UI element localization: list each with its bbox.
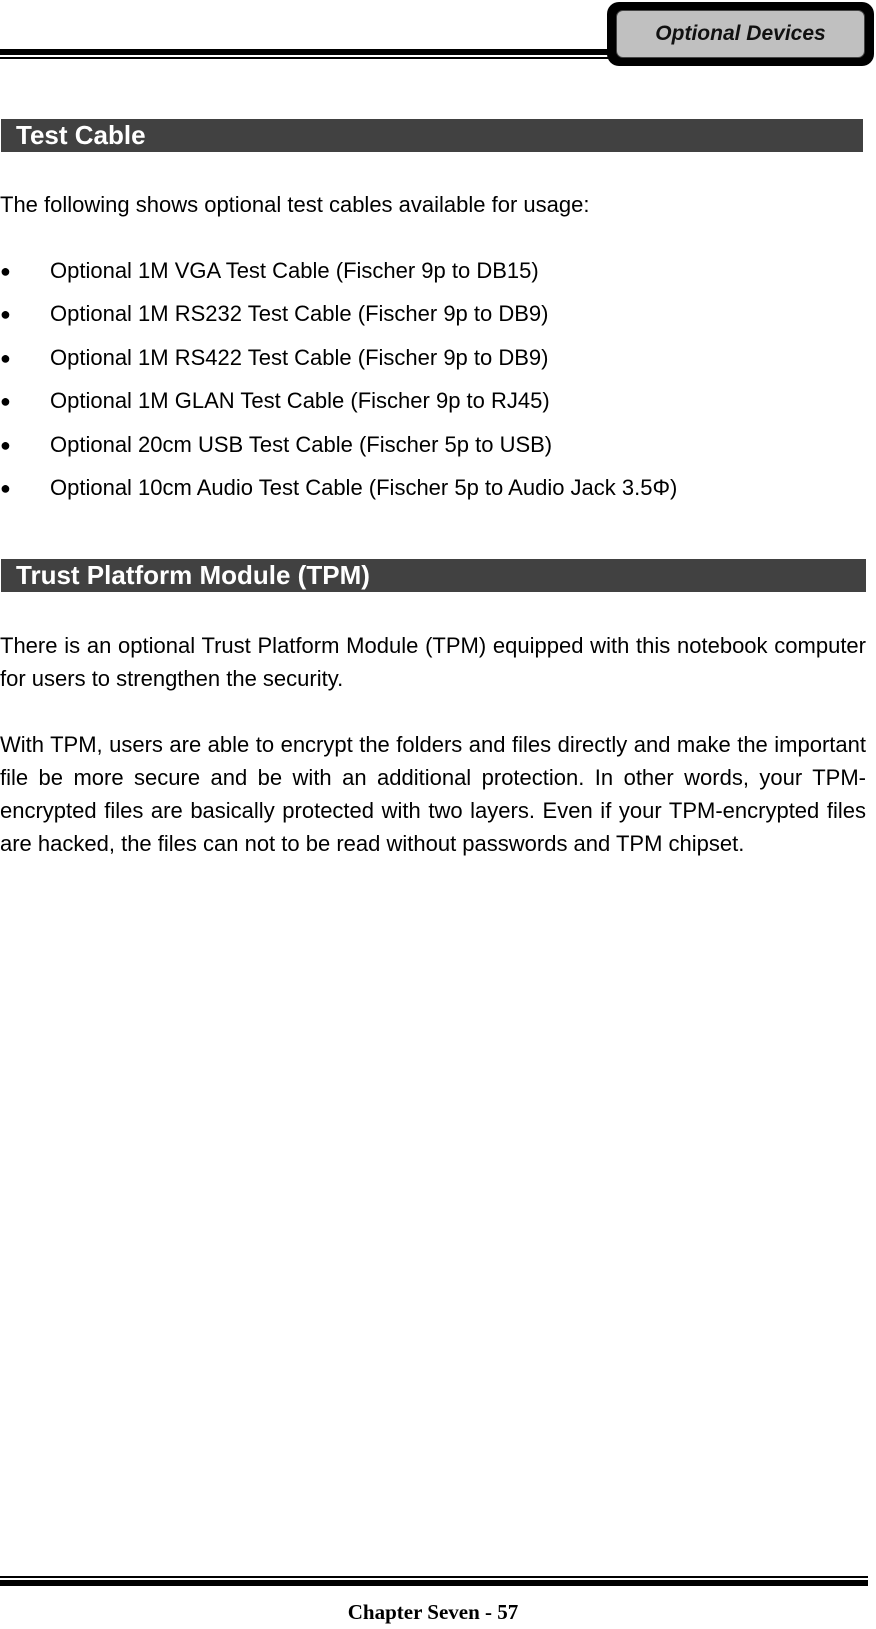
header-rule-thick	[0, 49, 612, 55]
bullet-icon: ●	[0, 347, 11, 368]
list-item-text: Optional 1M VGA Test Cable (Fischer 9p t…	[50, 258, 539, 283]
page-footer: Chapter Seven - 57	[347, 1600, 519, 1624]
list-item: ● Optional 1M VGA Test Cable (Fischer 9p…	[0, 254, 866, 297]
footer-rule-thin	[0, 1576, 868, 1578]
list-item: ● Optional 10cm Audio Test Cable (Fische…	[0, 471, 866, 514]
tpm-paragraph-1: There is an optional Trust Platform Modu…	[0, 633, 866, 691]
list-item: ● Optional 1M RS232 Test Cable (Fischer …	[0, 297, 866, 340]
test-cable-list: ● Optional 1M VGA Test Cable (Fischer 9p…	[0, 254, 866, 514]
section-heading-tpm: Trust Platform Module (TPM)	[1, 559, 866, 592]
list-item-text: Optional 20cm USB Test Cable (Fischer 5p…	[50, 431, 553, 457]
tpm-paragraph-2: With TPM, users are able to encrypt the …	[0, 732, 866, 856]
list-item-text: Optional 1M RS232 Test Cable (Fischer 9p…	[50, 301, 549, 327]
bullet-icon: ●	[0, 261, 11, 281]
test-cable-intro: The following shows optional test cables…	[0, 192, 590, 217]
list-item-text: Optional 1M RS422 Test Cable (Fischer 9p…	[50, 344, 549, 370]
bullet-icon: ●	[0, 477, 11, 498]
footer-rule-thick	[0, 1580, 868, 1586]
list-item: ● Optional 1M RS422 Test Cable (Fischer …	[0, 341, 866, 384]
bullet-icon: ●	[0, 304, 11, 325]
header-tab-label: Optional Devices	[616, 10, 865, 58]
header-rule-thin	[0, 57, 612, 59]
section-heading-test-cable: Test Cable	[1, 119, 863, 152]
list-item: ● Optional 20cm USB Test Cable (Fischer …	[0, 428, 866, 471]
bullet-icon: ●	[0, 391, 11, 412]
list-item: ● Optional 1M GLAN Test Cable (Fischer 9…	[0, 384, 866, 427]
list-item-text: Optional 1M GLAN Test Cable (Fischer 9p …	[50, 388, 550, 414]
bullet-icon: ●	[0, 434, 11, 455]
list-item-text: Optional 10cm Audio Test Cable (Fischer …	[50, 474, 678, 500]
